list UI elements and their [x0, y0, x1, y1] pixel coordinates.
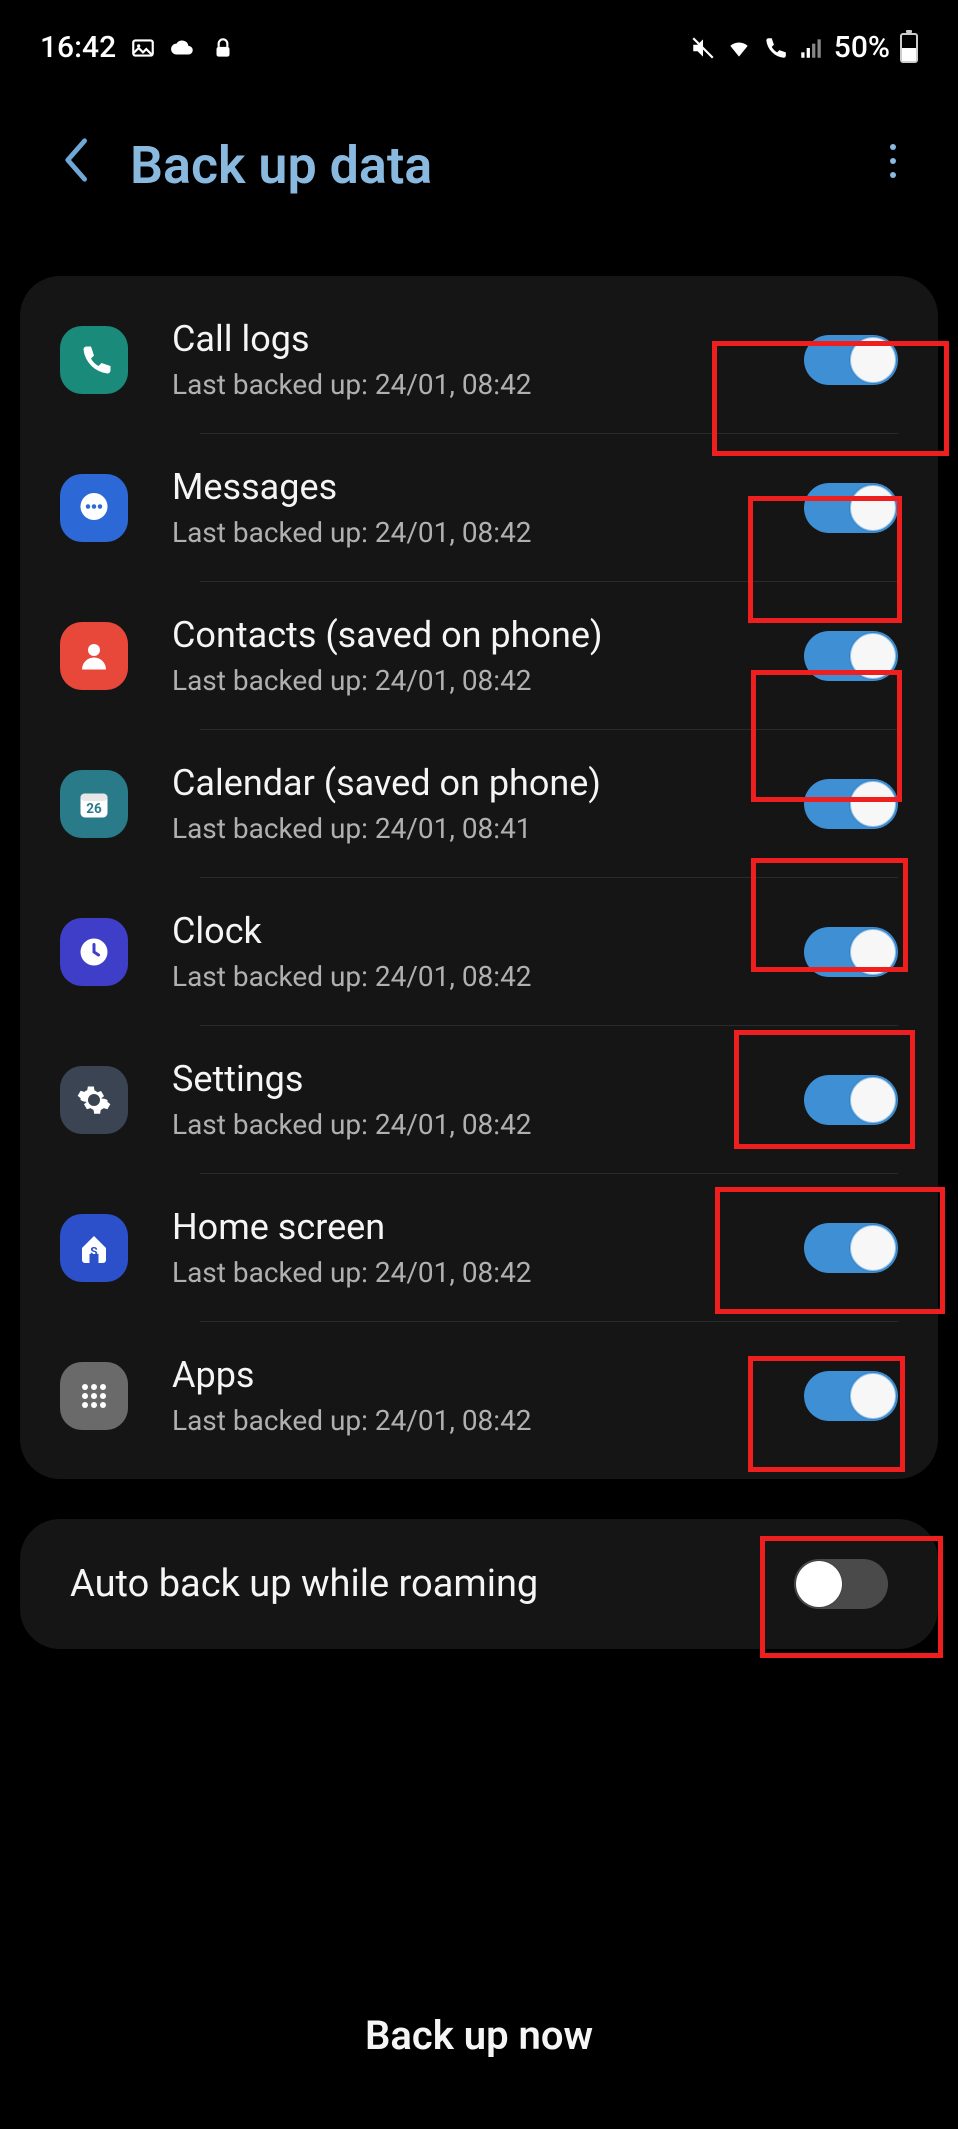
clock-toggle[interactable]: [804, 927, 898, 977]
messages-toggle[interactable]: [804, 483, 898, 533]
row-content: Apps Last backed up: 24/01, 08:42: [172, 1354, 804, 1437]
row-title: Apps: [172, 1354, 804, 1396]
row-title: Call logs: [172, 318, 804, 360]
row-subtitle: Last backed up: 24/01, 08:42: [172, 664, 804, 697]
row-content: Messages Last backed up: 24/01, 08:42: [172, 466, 804, 549]
svg-text:26: 26: [86, 801, 102, 817]
backup-row-messages[interactable]: Messages Last backed up: 24/01, 08:42: [20, 434, 938, 581]
backup-row-clock[interactable]: Clock Last backed up: 24/01, 08:42: [20, 878, 938, 1025]
clock-icon: [60, 918, 128, 986]
backup-row-settings[interactable]: Settings Last backed up: 24/01, 08:42: [20, 1026, 938, 1173]
svg-text:S: S: [90, 1244, 97, 1258]
calendar-icon: 26: [60, 770, 128, 838]
row-content: Contacts (saved on phone) Last backed up:…: [172, 614, 804, 697]
volte-icon: [762, 35, 788, 61]
backup-items-card: Call logsLast backed up: 24/01, 08:42Mes…: [20, 276, 938, 1479]
roaming-toggle[interactable]: [794, 1559, 888, 1609]
cloud-icon: [170, 35, 196, 61]
row-content: Calendar (saved on phone) Last backed up:…: [172, 762, 804, 845]
home-screen-toggle[interactable]: [804, 1223, 898, 1273]
status-time: 16:42: [40, 30, 116, 65]
row-title: Contacts (saved on phone): [172, 614, 804, 656]
status-left: 16:42: [40, 30, 236, 65]
wifi-icon: [726, 35, 752, 61]
calendar-toggle[interactable]: [804, 779, 898, 829]
backup-row-contacts[interactable]: Contacts (saved on phone) Last backed up:…: [20, 582, 938, 729]
apps-icon: [60, 1362, 128, 1430]
row-content: Clock Last backed up: 24/01, 08:42: [172, 910, 804, 993]
apps-toggle[interactable]: [804, 1371, 898, 1421]
row-content: Home screen Last backed up: 24/01, 08:42: [172, 1206, 804, 1289]
call-logs-toggle[interactable]: [804, 335, 898, 385]
page-header: Back up data: [0, 75, 958, 236]
signal-icon: [798, 35, 824, 61]
messages-icon: [60, 474, 128, 542]
row-content: Settings Last backed up: 24/01, 08:42: [172, 1058, 804, 1141]
row-title: Calendar (saved on phone): [172, 762, 804, 804]
status-bar: 16:42 50%: [0, 0, 958, 75]
row-subtitle: Last backed up: 24/01, 08:42: [172, 960, 804, 993]
backup-row-call-logs[interactable]: Call logs Last backed up: 24/01, 08:42: [20, 286, 938, 433]
roaming-card[interactable]: Auto back up while roaming: [20, 1519, 938, 1649]
contacts-icon: [60, 622, 128, 690]
home-screen-icon: S: [60, 1214, 128, 1282]
battery-percent: 50%: [834, 30, 890, 65]
row-content: Call logs Last backed up: 24/01, 08:42: [172, 318, 804, 401]
picture-icon: [130, 35, 156, 61]
lock-icon: [210, 35, 236, 61]
row-title: Settings: [172, 1058, 804, 1100]
battery-icon: [900, 33, 918, 63]
roaming-label: Auto back up while roaming: [70, 1562, 538, 1606]
row-title: Home screen: [172, 1206, 804, 1248]
settings-toggle[interactable]: [804, 1075, 898, 1125]
row-subtitle: Last backed up: 24/01, 08:42: [172, 368, 804, 401]
row-subtitle: Last backed up: 24/01, 08:42: [172, 1256, 804, 1289]
back-up-now-button[interactable]: Back up now: [0, 1972, 958, 2099]
row-subtitle: Last backed up: 24/01, 08:42: [172, 1404, 804, 1437]
contacts-toggle[interactable]: [804, 631, 898, 681]
more-menu-button[interactable]: [878, 141, 908, 191]
row-subtitle: Last backed up: 24/01, 08:42: [172, 516, 804, 549]
mute-icon: [690, 35, 716, 61]
row-subtitle: Last backed up: 24/01, 08:41: [172, 812, 804, 845]
back-button[interactable]: [60, 136, 90, 196]
row-title: Messages: [172, 466, 804, 508]
page-title: Back up data: [130, 135, 878, 196]
status-right: 50%: [690, 30, 918, 65]
row-title: Clock: [172, 910, 804, 952]
backup-row-apps[interactable]: Apps Last backed up: 24/01, 08:42: [20, 1322, 938, 1469]
backup-row-home-screen[interactable]: S Home screen Last backed up: 24/01, 08:42: [20, 1174, 938, 1321]
settings-icon: [60, 1066, 128, 1134]
call-logs-icon: [60, 326, 128, 394]
backup-row-calendar[interactable]: 26 Calendar (saved on phone) Last backed u…: [20, 730, 938, 877]
row-subtitle: Last backed up: 24/01, 08:42: [172, 1108, 804, 1141]
